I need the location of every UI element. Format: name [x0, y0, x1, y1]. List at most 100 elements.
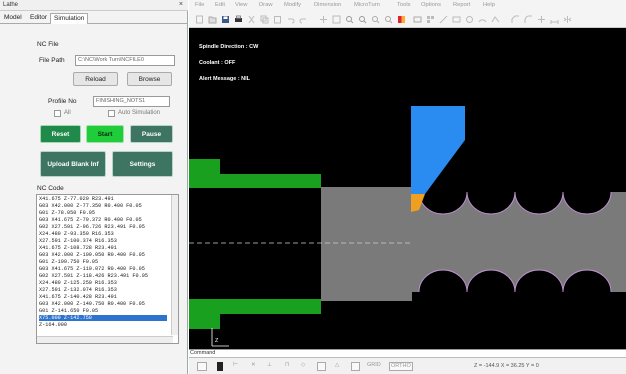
nc-code-line[interactable]: Z-164.000	[39, 322, 167, 328]
square-icon[interactable]	[351, 362, 360, 371]
arc-icon[interactable]	[478, 15, 487, 24]
command-bar[interactable]	[189, 349, 626, 357]
redo-icon[interactable]	[299, 15, 308, 24]
zoom-in-icon[interactable]	[345, 15, 354, 24]
close-icon[interactable]: ×	[179, 1, 183, 8]
chamfer-icon[interactable]	[511, 15, 520, 24]
angle-icon[interactable]	[317, 362, 326, 371]
tab-simulation[interactable]: Simulation	[50, 13, 89, 24]
nc-code-line[interactable]: G03 X42.000 Z-109.050 R0.400 F0.05	[39, 252, 167, 258]
color-icon[interactable]	[397, 15, 406, 24]
pause-button[interactable]: Pause	[130, 125, 173, 143]
grid-icon[interactable]	[197, 362, 207, 371]
grid-view-icon[interactable]	[426, 15, 435, 24]
polyline-icon[interactable]	[491, 15, 500, 24]
layer-icon[interactable]	[413, 15, 422, 24]
start-button[interactable]: Start	[86, 125, 124, 143]
menu-modify[interactable]: Modify	[284, 2, 301, 8]
rect-icon[interactable]: △	[335, 362, 339, 371]
pan-icon[interactable]: ✕	[251, 362, 256, 371]
all-label: All	[64, 110, 71, 116]
zoom-out-icon[interactable]	[358, 15, 367, 24]
measure-icon[interactable]	[550, 15, 559, 24]
nc-code-line[interactable]: G01 Z-141.650 F0.05	[39, 308, 167, 314]
new-icon[interactable]	[195, 15, 204, 24]
nc-code-line[interactable]: X24.480 Z-93.350 R16.353	[39, 231, 167, 237]
pan-icon[interactable]	[319, 15, 328, 24]
menu-bar: File Edit View Draw Modify Dimension Mic…	[189, 0, 626, 12]
nc-code-line[interactable]: G03 X42.000 Z-140.750 R0.400 F0.05	[39, 301, 167, 307]
lock-icon[interactable]: ⊓	[285, 362, 289, 371]
menu-microturn[interactable]: MicroTurn	[354, 2, 380, 8]
nc-code-line[interactable]: G02 X27.591 Z-118.426 R23.491 F0.05	[39, 273, 167, 279]
nc-code-line[interactable]: G01 Z-78.050 F0.05	[39, 210, 167, 216]
auto-simulation-label: Auto Simulation	[118, 110, 161, 116]
menu-edit[interactable]: Edit	[215, 2, 225, 8]
axis-z-label: Z	[215, 338, 219, 344]
profile-no-field[interactable]: FINISHING_NOTS1	[93, 96, 170, 107]
circle-icon[interactable]: ◇	[301, 362, 305, 371]
grid-label[interactable]: GRID	[367, 362, 381, 371]
menu-dimension[interactable]: Dimension	[314, 2, 341, 8]
all-checkbox[interactable]	[54, 110, 61, 117]
circle-icon[interactable]	[465, 15, 474, 24]
nc-code-line[interactable]: G03 X41.675 Z-79.372 R0.400 F0.05	[39, 217, 167, 223]
nc-code-line[interactable]: G03 X42.000 Z-77.350 R0.400 F0.05	[39, 203, 167, 209]
menu-options[interactable]: Options	[421, 2, 441, 8]
fillet-icon[interactable]	[524, 15, 533, 24]
workpiece-stock	[321, 187, 412, 301]
simulation-canvas[interactable]: Spindle Direction : CW Coolant : OFF Ale…	[189, 28, 626, 350]
file-path-field[interactable]: C:\NC\Work Turn\NCFILE0	[75, 55, 175, 66]
menu-draw[interactable]: Draw	[259, 2, 273, 8]
menu-help[interactable]: Help	[483, 2, 495, 8]
file-path-label: File Path	[39, 57, 65, 64]
print-icon[interactable]	[234, 15, 243, 24]
stock-background	[189, 188, 322, 299]
rectangle-icon[interactable]	[452, 15, 461, 24]
nc-code-line[interactable]: X41.675 Z-108.728 R23.491	[39, 245, 167, 251]
settings-button[interactable]: Settings	[112, 151, 173, 177]
nc-code-line[interactable]: X24.480 Z-125.250 R16.353	[39, 280, 167, 286]
panel-title-text: Lathe	[3, 2, 19, 8]
nc-code-line[interactable]: G02 X27.591 Z-96.726 R23.491 F0.05	[39, 224, 167, 230]
copy-icon[interactable]	[260, 15, 269, 24]
mirror-icon[interactable]	[563, 15, 572, 24]
command-label: Command	[190, 350, 216, 356]
ortho-label[interactable]: ORTHO	[389, 362, 413, 371]
zoom-previous-icon[interactable]	[384, 15, 393, 24]
nc-code-list[interactable]: X41.675 Z-77.020 R23.491 G03 X42.000 Z-7…	[36, 194, 179, 344]
tab-model[interactable]: Model	[1, 13, 25, 24]
paste-icon[interactable]	[273, 15, 282, 24]
cut-icon[interactable]	[247, 15, 256, 24]
zoom-extents-icon[interactable]	[371, 15, 380, 24]
lathe-panel: Lathe × Model Editor Simulation NC File …	[0, 0, 188, 374]
code-horizontal-scrollbar[interactable]	[37, 336, 173, 343]
line-icon[interactable]	[439, 15, 448, 24]
save-icon[interactable]	[221, 15, 230, 24]
zoom-window-icon[interactable]	[332, 15, 341, 24]
reset-button[interactable]: Reset	[40, 125, 81, 143]
upload-blank-button[interactable]: Upload Blank Inf	[40, 151, 106, 177]
nc-code-line[interactable]: X41.675 Z-140.428 R23.491	[39, 294, 167, 300]
undo-icon[interactable]	[286, 15, 295, 24]
nc-code-line-selected[interactable]: X75.000 Z-142.750	[39, 315, 167, 321]
auto-simulation-checkbox[interactable]	[108, 110, 115, 117]
tab-editor[interactable]: Editor	[27, 13, 50, 24]
nc-code-line[interactable]: G03 X41.675 Z-110.072 R0.400 F0.05	[39, 266, 167, 272]
open-icon[interactable]	[208, 15, 217, 24]
menu-file[interactable]: File	[195, 2, 204, 8]
snap-icon[interactable]: ⊢	[233, 362, 238, 371]
select-icon[interactable]	[217, 362, 223, 371]
nc-code-line[interactable]: G01 Z-109.750 F0.05	[39, 259, 167, 265]
nc-code-line[interactable]: X27.591 Z-132.074 R16.353	[39, 287, 167, 293]
menu-report[interactable]: Report	[453, 2, 470, 8]
browse-button[interactable]: Browse	[127, 72, 172, 86]
menu-tools[interactable]: Tools	[397, 2, 411, 8]
menu-view[interactable]: View	[235, 2, 247, 8]
code-vertical-scrollbar[interactable]	[171, 195, 178, 335]
reload-button[interactable]: Reload	[73, 72, 118, 86]
trim-icon[interactable]	[537, 15, 546, 24]
nc-code-line[interactable]: X27.591 Z-100.374 R16.353	[39, 238, 167, 244]
snap-point-icon[interactable]: ⊥	[267, 362, 272, 371]
nc-code-line[interactable]: X41.675 Z-77.020 R23.491	[39, 196, 167, 202]
